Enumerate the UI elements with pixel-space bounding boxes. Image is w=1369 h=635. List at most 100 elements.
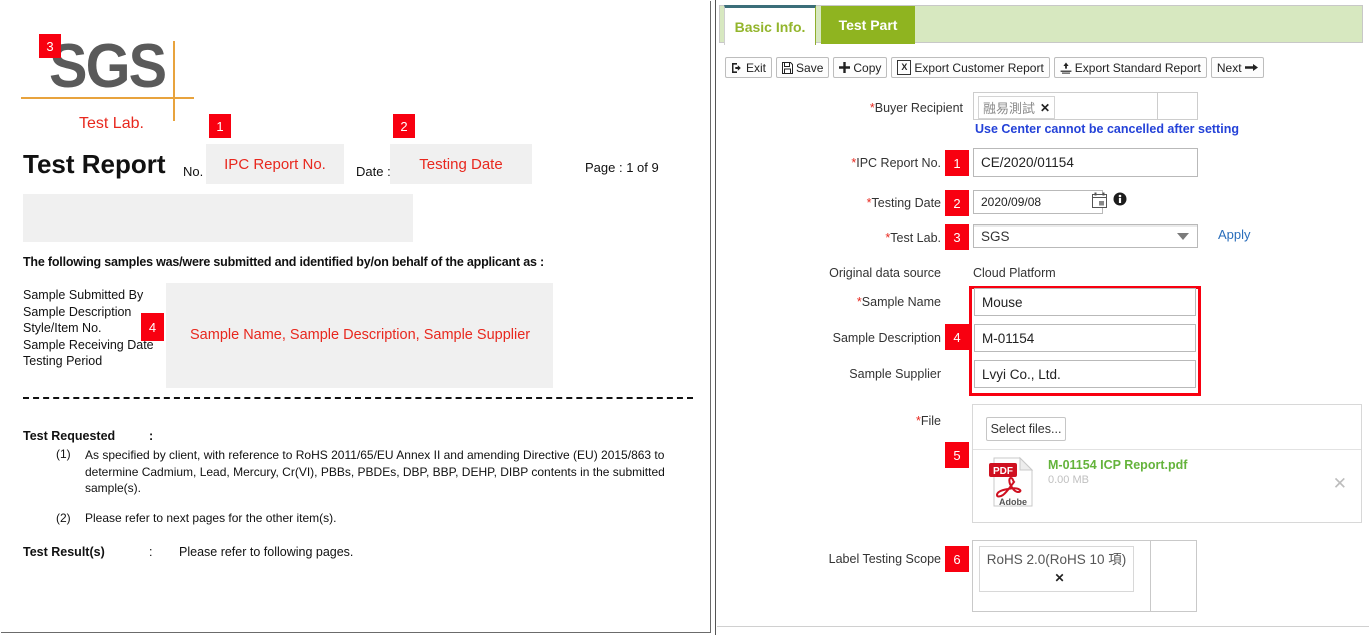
document-field-labels: Sample Submitted By Sample Description S… xyxy=(23,287,154,370)
basic-info-form-panel: Basic Info. Test Part Exit Save Copy X E… xyxy=(717,0,1369,635)
report-no-label: No. xyxy=(183,164,204,179)
testing-date-input[interactable]: 2020/09/08 xyxy=(973,190,1103,214)
test-lab-value: SGS xyxy=(981,228,1010,244)
annotation-badge-4: 4 xyxy=(945,324,969,350)
buyer-recipient-chip-label: 融易測試 xyxy=(983,101,1036,116)
sample-info-placeholder-text: Sample Name, Sample Description, Sample … xyxy=(190,327,531,343)
copy-button[interactable]: Copy xyxy=(833,57,888,78)
sample-description-input[interactable]: M-01154 xyxy=(974,324,1196,352)
label-testing-scope-input[interactable]: RoHS 2.0(RoHS 10 項) ✕ xyxy=(972,540,1197,612)
testing-date-label-text: Testing Date xyxy=(871,196,941,210)
report-no-placeholder-text: IPC Report No. xyxy=(224,155,326,173)
annotation-badge-4: 4 xyxy=(141,313,164,341)
sample-name-value: Mouse xyxy=(982,294,1023,310)
test-report-document-preview: SGS Test Lab. 3 Test Report No. IPC Repo… xyxy=(0,0,716,635)
exit-button[interactable]: Exit xyxy=(725,57,773,78)
sample-description-value: M-01154 xyxy=(982,330,1035,346)
section-divider xyxy=(23,397,693,403)
next-button[interactable]: Next xyxy=(1210,57,1264,78)
row-ipc-report-no: *IPC Report No. 1 CE/2020/01154 xyxy=(717,148,1369,180)
pdf-file-icon: PDF Adobe xyxy=(986,454,1038,510)
annotation-badge-2: 2 xyxy=(945,190,969,216)
report-date-label: Date : xyxy=(356,164,391,179)
row-testing-date: *Testing Date 2 2020/09/08 xyxy=(717,190,1369,220)
export-standard-report-button[interactable]: Export Standard Report xyxy=(1053,57,1207,78)
annotation-badge-2: 2 xyxy=(393,114,415,138)
sample-name-label: *Sample Name xyxy=(857,295,941,309)
uploaded-file-size: 0.00 MB xyxy=(1048,474,1089,486)
save-label: Save xyxy=(796,60,824,75)
action-toolbar: Exit Save Copy X Export Customer Report … xyxy=(725,57,1264,78)
test-requested-item-1-text: As specified by client, with reference t… xyxy=(85,448,665,495)
test-results-value: Please refer to following pages. xyxy=(179,545,354,559)
sample-name-input[interactable]: Mouse xyxy=(974,288,1196,316)
field-label-style-item-no: Style/Item No. xyxy=(23,321,102,336)
row-file: *File Select files... PDF Adobe M-01154 … xyxy=(717,404,1369,526)
svg-text:PDF: PDF xyxy=(993,466,1013,477)
ipc-report-no-input[interactable]: CE/2020/01154 xyxy=(973,148,1198,177)
export-customer-report-label: Export Customer Report xyxy=(914,60,1044,75)
annotation-badge-3: 3 xyxy=(945,224,969,250)
buyer-recipient-extra-cell[interactable] xyxy=(1158,92,1198,120)
sample-name-label-text: Sample Name xyxy=(861,295,941,309)
test-requested-item-1-number: (1) xyxy=(56,447,71,461)
info-icon[interactable] xyxy=(1113,192,1127,211)
field-label-testing-period: Testing Period xyxy=(23,354,103,369)
logo-vertical-rule xyxy=(173,41,175,121)
original-data-source-value: Cloud Platform xyxy=(973,266,1056,280)
save-button[interactable]: Save xyxy=(776,57,830,78)
calendar-icon[interactable] xyxy=(1092,192,1107,213)
svg-text:Adobe: Adobe xyxy=(999,497,1027,507)
buyer-recipient-input[interactable]: 融易測試 ✕ xyxy=(973,92,1158,120)
exit-icon xyxy=(731,62,743,74)
ipc-report-no-value: CE/2020/01154 xyxy=(981,155,1074,170)
annotation-badge-1: 1 xyxy=(945,150,969,176)
file-label: *File xyxy=(916,414,941,428)
uploaded-file-row: PDF Adobe M-01154 ICP Report.pdf 0.00 MB… xyxy=(973,449,1361,520)
tab-test-part[interactable]: Test Part xyxy=(821,6,915,44)
panel-bottom-divider xyxy=(717,626,1369,627)
field-label-sample-description: Sample Description xyxy=(23,304,132,319)
sgs-brand-text: SGS xyxy=(49,32,167,101)
label-testing-scope-label: Label Testing Scope xyxy=(828,552,941,566)
original-data-source-label: Original data source xyxy=(829,266,941,280)
test-lab-select[interactable]: SGS xyxy=(973,224,1198,248)
close-icon[interactable]: ✕ xyxy=(1054,569,1064,588)
sgs-sub-text: Test Lab. xyxy=(79,115,144,132)
row-buyer-recipient: *Buyer Recipient 融易測試 ✕ Use Center canno… xyxy=(717,92,1369,142)
export-standard-report-label: Export Standard Report xyxy=(1074,60,1201,75)
testing-date-value: 2020/09/08 xyxy=(981,195,1042,209)
page-indicator: Page : 1 of 9 xyxy=(585,160,659,175)
label-testing-scope-extra-cell[interactable] xyxy=(1150,541,1196,611)
arrow-right-icon xyxy=(1244,62,1258,73)
select-files-button[interactable]: Select files... xyxy=(986,417,1066,441)
document-title: Test Report xyxy=(23,149,166,179)
sample-supplier-value: Lvyi Co., Ltd. xyxy=(982,366,1061,382)
close-icon[interactable]: ✕ xyxy=(1040,101,1050,115)
exit-label: Exit xyxy=(746,60,767,75)
uploaded-file-name[interactable]: M-01154 ICP Report.pdf xyxy=(1048,458,1187,472)
sample-description-label: Sample Description xyxy=(832,331,941,345)
tab-basic-info[interactable]: Basic Info. xyxy=(724,5,816,45)
buyer-recipient-chip[interactable]: 融易測試 ✕ xyxy=(978,96,1056,119)
test-requested-item-2-text: Please refer to next pages for the other… xyxy=(85,511,337,525)
test-lab-label: *Test Lab. xyxy=(885,231,941,245)
remove-file-icon[interactable]: ✕ xyxy=(1333,474,1347,494)
report-date-placeholder-box: Testing Date xyxy=(390,144,532,184)
apply-link[interactable]: Apply xyxy=(1218,227,1251,242)
annotation-badge-6: 6 xyxy=(945,546,969,572)
row-test-lab: *Test Lab. 3 SGS Apply xyxy=(717,224,1369,254)
export-customer-report-button[interactable]: X Export Customer Report xyxy=(891,57,1050,78)
sample-supplier-label: Sample Supplier xyxy=(849,367,941,381)
document-address-placeholder xyxy=(23,194,413,242)
tab-strip: Basic Info. Test Part xyxy=(719,5,1363,45)
document-page: SGS Test Lab. 3 Test Report No. IPC Repo… xyxy=(1,1,711,633)
row-original-data-source: Original data source Cloud Platform xyxy=(717,264,1369,284)
sample-supplier-input[interactable]: Lvyi Co., Ltd. xyxy=(974,360,1196,388)
download-icon xyxy=(1060,62,1072,74)
label-testing-scope-chip[interactable]: RoHS 2.0(RoHS 10 項) ✕ xyxy=(979,546,1134,592)
sample-info-placeholder-box: Sample Name, Sample Description, Sample … xyxy=(166,283,553,388)
report-date-placeholder-text: Testing Date xyxy=(419,155,503,173)
test-requested-colon: : xyxy=(149,429,154,443)
row-sample-supplier: Sample Supplier Lvyi Co., Ltd. xyxy=(717,360,1369,390)
